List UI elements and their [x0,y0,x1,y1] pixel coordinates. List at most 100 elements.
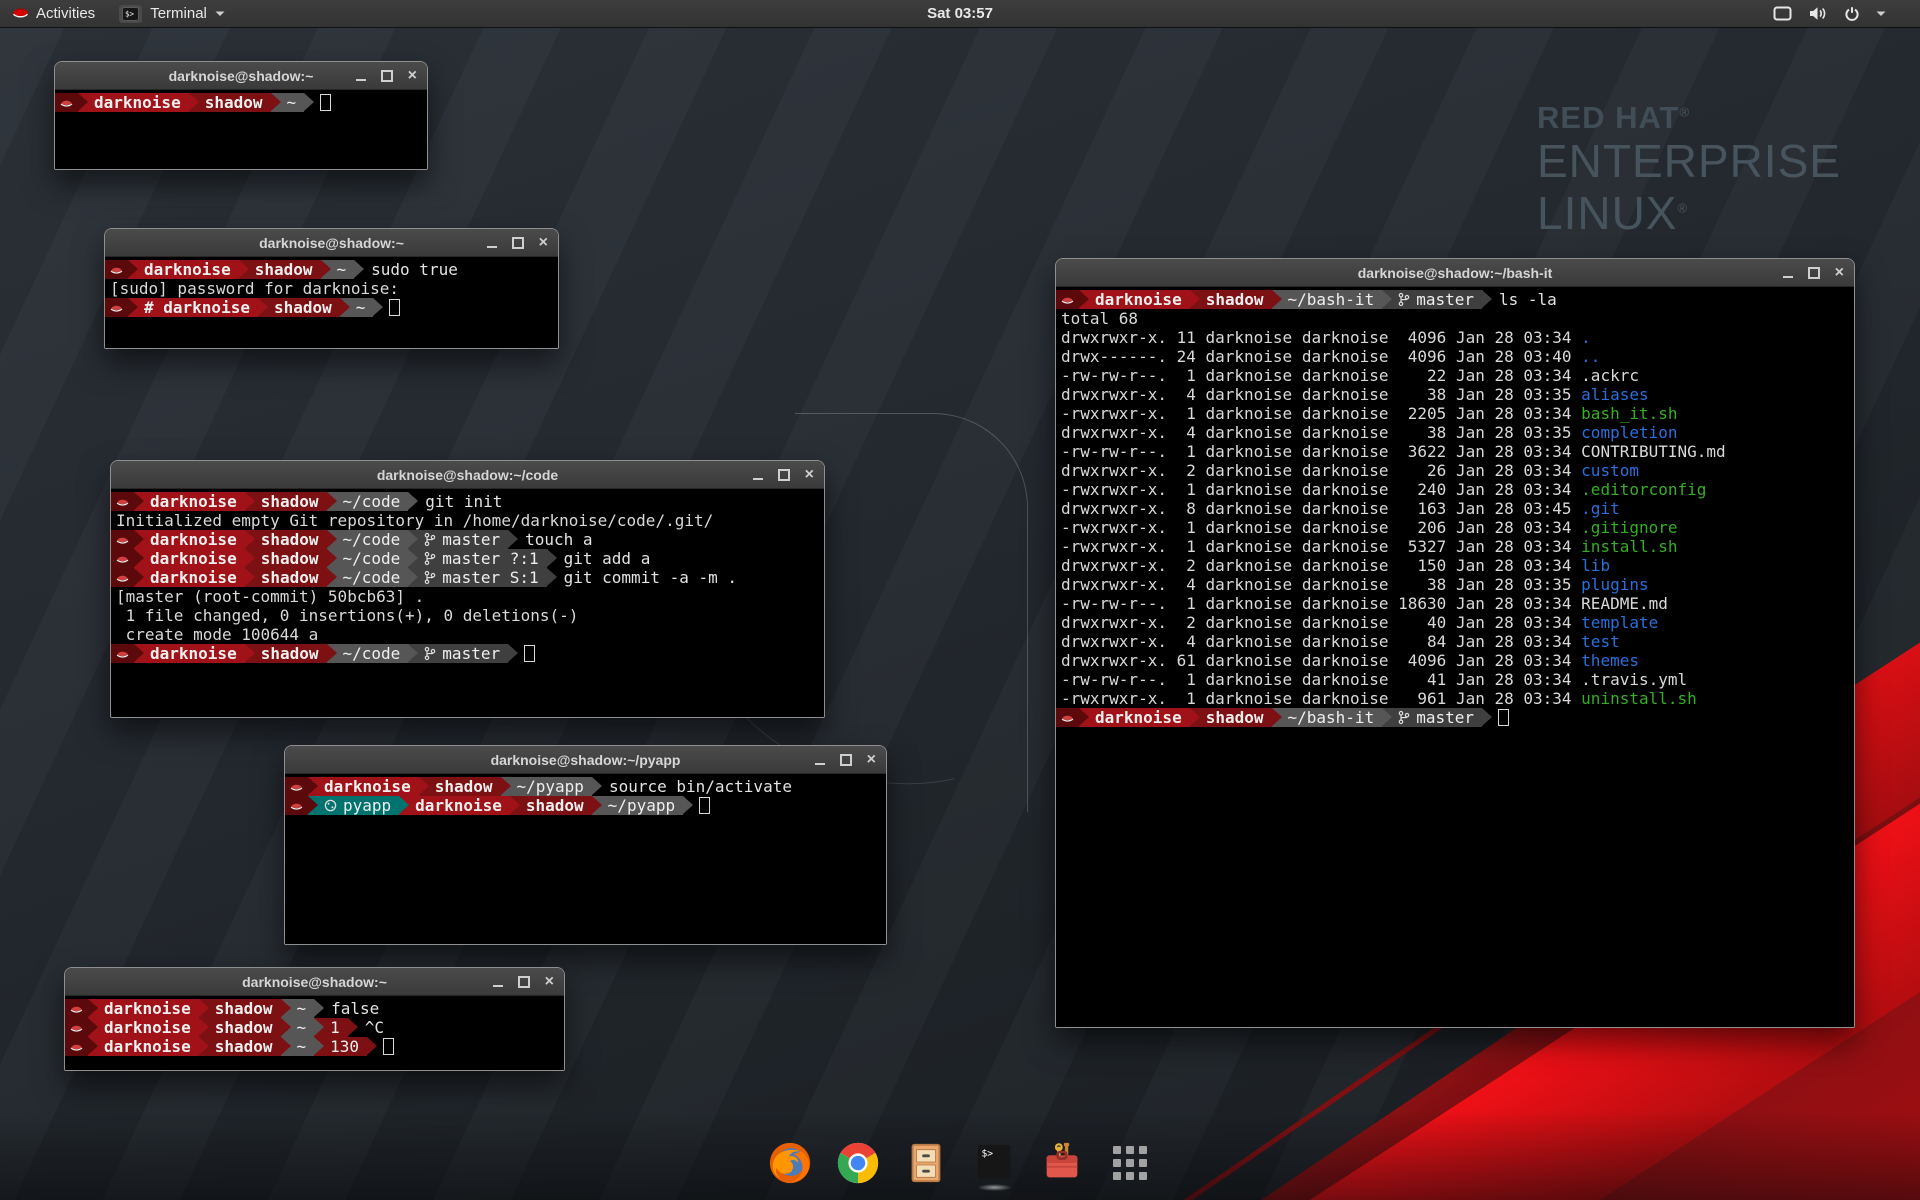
terminal-window-home-1[interactable]: darknoise@shadow:~ × darknoiseshadow~ [54,61,428,170]
file-name: CONTRIBUTING.md [1581,442,1726,461]
terminal-window-bash-it[interactable]: darknoise@shadow:~/bash-it×darknoiseshad… [1055,258,1855,1028]
terminal-line: darknoiseshadow~false [65,999,564,1018]
terminal-line: darknoiseshadow~sudo true [105,260,558,279]
prompt-segment-git: master S:1 [408,568,546,587]
file-meta: drwxrwxr-x. 4 darknoise darknoise 38 Jan… [1056,423,1581,442]
window-titlebar[interactable]: darknoise@shadow:~× [105,229,558,257]
branch-icon [1398,292,1410,307]
terminal-screen[interactable]: darknoiseshadow~/bash-itmasterls -latota… [1056,287,1854,1027]
window-titlebar[interactable]: darknoise@shadow:~/code × [111,461,824,489]
prompt-segment-user: darknoise [134,492,245,511]
dock-show-applications[interactable] [1107,1140,1154,1187]
window-title: darknoise@shadow:~ [169,68,314,84]
maximize-button[interactable] [381,70,393,82]
terminal-line: darknoiseshadow~/codegit init [111,492,824,511]
window-buttons: × [356,62,417,89]
close-button[interactable]: × [805,468,814,482]
window-title: darknoise@shadow:~/code [377,467,558,483]
branch-icon [424,570,436,585]
desktop[interactable]: RED HAT® ENTERPRISE LINUX® Activities $>… [0,0,1920,1200]
file-meta: drwxrwxr-x. 4 darknoise darknoise 38 Jan… [1056,575,1581,594]
dock-toolbox[interactable] [1039,1140,1086,1187]
minimize-button[interactable] [1783,267,1793,278]
terminal-line: create mode 100644 a [111,625,824,644]
close-button[interactable]: × [408,69,417,83]
hat-icon [70,1041,83,1052]
svg-text:$>: $> [982,1148,994,1159]
terminal-line: drwxrwxr-x. 4 darknoise darknoise 84 Jan… [1056,632,1854,651]
terminal-line: drwxrwxr-x. 4 darknoise darknoise 38 Jan… [1056,575,1854,594]
command-text: source bin/activate [592,777,792,796]
terminal-line: drwxrwxr-x. 61 darknoise darknoise 4096 … [1056,651,1854,670]
close-button[interactable]: × [539,236,548,250]
app-menu-terminal[interactable]: $> Terminal [107,0,237,27]
minimize-button[interactable] [487,237,497,248]
prompt-segment-host: shadow [199,999,281,1018]
chevron-down-icon[interactable] [1876,11,1886,17]
dock-firefox[interactable] [767,1140,814,1187]
prompt-segment-git: master [408,530,508,549]
terminal-screen[interactable]: darknoiseshadow~falsedarknoiseshadow~1^C… [65,996,564,1070]
window-titlebar[interactable]: darknoise@shadow:~/bash-it× [1056,259,1854,287]
minimize-button[interactable] [356,70,366,81]
hat-icon [1061,712,1074,723]
close-button[interactable]: × [545,975,554,989]
output-text: total 68 [1056,309,1138,328]
window-titlebar[interactable]: darknoise@shadow:~/pyapp× [285,746,886,774]
window-buttons: × [493,968,554,995]
window-titlebar[interactable]: darknoise@shadow:~ × [55,62,427,90]
brand-line-1: RED HAT® [1537,100,1841,136]
file-name: .ackrc [1581,366,1639,385]
dock-chrome[interactable] [835,1140,882,1187]
dock-terminal[interactable]: $> [971,1140,1018,1187]
close-button[interactable]: × [1835,266,1844,280]
maximize-button[interactable] [512,237,524,249]
volume-icon[interactable] [1808,6,1828,21]
output-text: Initialized empty Git repository in /hom… [111,511,713,530]
terminal-window-pyapp[interactable]: darknoise@shadow:~/pyapp×darknoiseshadow… [284,745,887,945]
terminal-window-home-exit[interactable]: darknoise@shadow:~ × darknoiseshadow~false… [64,967,565,1071]
branch-icon [424,646,436,661]
window-title: darknoise@shadow:~ [242,974,387,990]
terminal-window-home-sudo[interactable]: darknoise@shadow:~×darknoiseshadow~sudo … [104,228,559,349]
hat-icon [290,800,303,811]
close-button[interactable]: × [867,753,876,767]
hat-icon [60,97,73,108]
maximize-button[interactable] [840,754,852,766]
clock[interactable]: Sat 03:57 [927,5,993,22]
maximize-button[interactable] [518,976,530,988]
terminal-line: -rw-rw-r--. 1 darknoise darknoise 41 Jan… [1056,670,1854,689]
rhel-branding: RED HAT® ENTERPRISE LINUX® [1537,100,1841,239]
terminal-line: darknoiseshadow~/codemaster S:1git commi… [111,568,824,587]
terminal-screen[interactable]: darknoiseshadow~ [55,90,427,169]
power-icon[interactable] [1844,6,1860,22]
activities-button[interactable]: Activities [0,0,107,27]
prompt-segment-icon [65,1037,88,1056]
terminal-window-code[interactable]: darknoise@shadow:~/code×darknoiseshadow~… [110,460,825,718]
top-bar: Activities $> Terminal Sat 03:57 [0,0,1920,27]
maximize-button[interactable] [778,469,790,481]
terminal-line: darknoiseshadow~1^C [65,1018,564,1037]
dock-files[interactable] [903,1140,950,1187]
minimize-button[interactable] [815,754,825,765]
display-icon[interactable] [1773,6,1792,21]
prompt-segment-icon [105,260,128,279]
prompt-segment-path: ~/code [327,549,409,568]
terminal-screen[interactable]: darknoiseshadow~sudo true[sudo] password… [105,257,558,348]
window-titlebar[interactable]: darknoise@shadow:~ × [65,968,564,996]
minimize-button[interactable] [493,976,503,987]
terminal-screen[interactable]: darknoiseshadow~/pyappsource bin/activat… [285,774,886,944]
terminal-line: -rwxrwxr-x. 1 darknoise darknoise 2205 J… [1056,404,1854,423]
prompt-segment-host: shadow [245,644,327,663]
prompt-segment-host: shadow [245,568,327,587]
minimize-button[interactable] [753,469,763,480]
terminal-screen[interactable]: darknoiseshadow~/codegit initInitialized… [111,489,824,717]
maximize-button[interactable] [1808,267,1820,279]
file-name: .gitignore [1581,518,1677,537]
terminal-cursor [383,1038,394,1055]
terminal-line: darknoiseshadow~ [55,93,427,112]
branch-icon [1398,710,1410,725]
prompt-segment-icon [111,644,134,663]
prompt-segment-host: shadow [245,492,327,511]
terminal-line: drwxrwxr-x. 11 darknoise darknoise 4096 … [1056,328,1854,347]
